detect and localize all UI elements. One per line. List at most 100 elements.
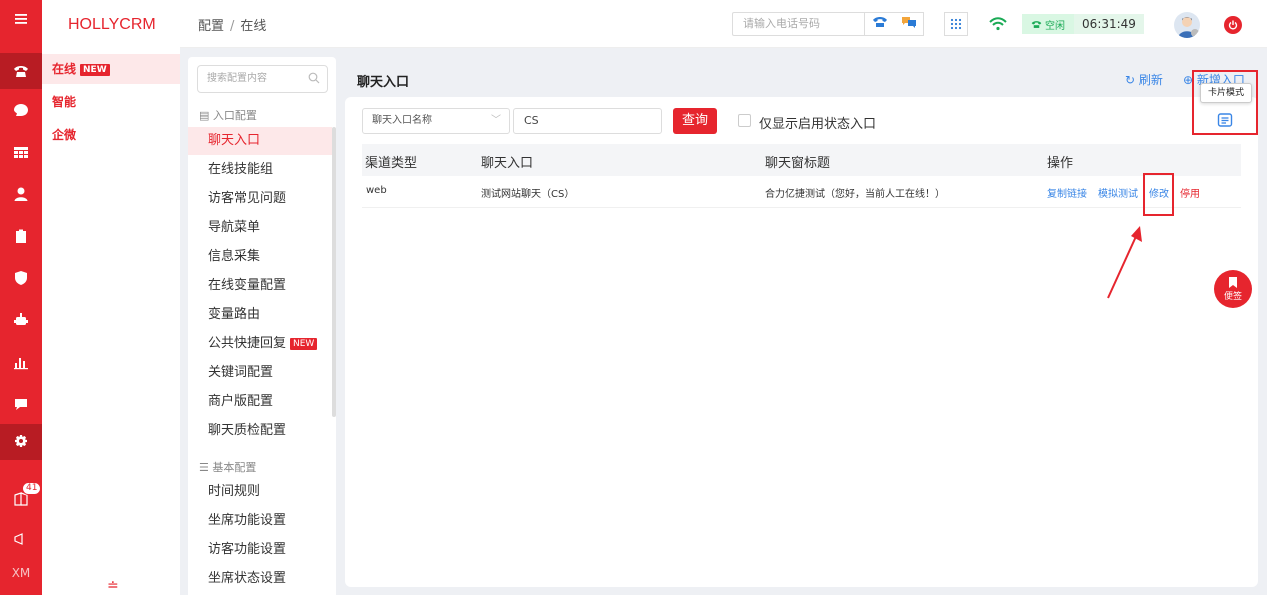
copy-link-action[interactable]: 复制链接 <box>1047 185 1087 200</box>
enabled-only-checkbox[interactable] <box>738 114 751 127</box>
list-icon: ▤ <box>199 109 210 122</box>
shield-icon[interactable] <box>0 263 42 293</box>
top-bar: 配置 / 在线 请输入电话号码 空闲 06:31:49 <box>180 0 1267 48</box>
sliders-icon: ☰ <box>199 461 209 474</box>
phone-number-input[interactable]: 请输入电话号码 <box>732 12 864 36</box>
config-group-label: 基本配置 <box>212 461 257 474</box>
enabled-only-label[interactable]: 仅显示启用状态入口 <box>759 113 876 132</box>
config-item-label: 访客功能设置 <box>208 542 287 557</box>
logout-power-icon[interactable] <box>1224 16 1242 34</box>
dialpad-icon[interactable] <box>944 12 968 36</box>
config-item-label: 在线变量配置 <box>208 278 287 293</box>
chevron-down-icon: ﹀ <box>491 115 501 126</box>
chat-bubbles-icon[interactable] <box>901 16 917 32</box>
dial-phone-icon[interactable] <box>872 16 888 32</box>
column-header: 聊天窗标题 <box>765 156 831 171</box>
status-phone-icon <box>1031 20 1042 28</box>
column-header: 聊天入口 <box>481 156 534 171</box>
grid-icon[interactable] <box>0 137 42 167</box>
filter-field-select[interactable]: 聊天入口名称 ﹀ <box>362 108 510 134</box>
config-item-label: 在线技能组 <box>208 162 274 177</box>
edit-action[interactable]: 修改 <box>1149 185 1169 200</box>
config-item-quality-check[interactable]: 聊天质检配置 <box>188 417 332 445</box>
call-controls <box>864 12 924 36</box>
user-icon[interactable] <box>0 179 42 209</box>
config-item-label: 聊天入口 <box>208 133 261 148</box>
agent-status-badge[interactable]: 空闲 <box>1022 14 1074 34</box>
config-item-nav-menu[interactable]: 导航菜单 <box>188 214 332 242</box>
config-scrollbar[interactable] <box>332 127 336 417</box>
settings-gear-icon[interactable] <box>0 424 42 460</box>
plus-circle-icon: ⊕ <box>1183 73 1194 87</box>
new-badge: NEW <box>80 64 110 76</box>
new-badge: NEW <box>290 338 318 350</box>
config-item-faq[interactable]: 访客常见问题 <box>188 185 332 213</box>
refresh-icon: ↻ <box>1125 73 1136 87</box>
menu-toggle-icon[interactable] <box>0 4 42 34</box>
filter-field-value: 聊天入口名称 <box>372 115 432 126</box>
robot-icon[interactable] <box>0 305 42 335</box>
config-item-label: 公共快捷回复 <box>208 336 287 351</box>
config-item-info-collect[interactable]: 信息采集 <box>188 243 332 271</box>
config-item-label: 访客常见问题 <box>208 191 287 206</box>
config-item-label: 坐席状态设置 <box>208 571 287 586</box>
config-item-keywords[interactable]: 关键词配置 <box>188 359 332 387</box>
main-content: 聊天入口 ↻ 刷新 ⊕ 新增入口 聊天入口名称 ﹀ CS 查询 仅显示启用状态入… <box>345 57 1258 595</box>
status-timer: 06:31:49 <box>1074 14 1144 34</box>
config-item-agent-features[interactable]: 坐席功能设置 <box>188 507 332 535</box>
simulate-test-action[interactable]: 模拟测试 <box>1098 185 1138 200</box>
module-item-wecom[interactable]: 企微 <box>42 120 180 150</box>
config-item-label: 坐席功能设置 <box>208 513 287 528</box>
annotation-arrow-icon <box>1107 226 1142 299</box>
config-item-label: 商户版配置 <box>208 394 274 409</box>
config-item-label: 关键词配置 <box>208 365 274 380</box>
refresh-button[interactable]: ↻ 刷新 <box>1125 71 1163 88</box>
notification-book-icon[interactable]: 41 <box>0 482 42 514</box>
card-mode-tooltip: 卡片模式 <box>1200 83 1252 103</box>
config-item-skill-group[interactable]: 在线技能组 <box>188 156 332 184</box>
message-icon[interactable] <box>0 389 42 419</box>
chart-icon[interactable] <box>0 347 42 377</box>
filter-keyword-input[interactable]: CS <box>513 108 662 134</box>
breadcrumb-item-current: 在线 <box>240 19 267 34</box>
config-item-visitor-features[interactable]: 访客功能设置 <box>188 536 332 564</box>
breadcrumb-item[interactable]: 配置 <box>198 19 224 34</box>
cell-entry: 测试网站聊天（CS） <box>481 189 575 200</box>
column-header: 渠道类型 <box>365 156 418 171</box>
clipboard-icon[interactable] <box>0 221 42 251</box>
config-group-entry: ▤ 入口配置 <box>199 107 257 123</box>
bookmark-icon <box>1229 277 1237 288</box>
config-item-chat-entry[interactable]: 聊天入口 <box>188 127 332 155</box>
card-mode-toggle-icon[interactable] <box>1217 112 1233 132</box>
config-item-label: 导航菜单 <box>208 220 261 235</box>
config-item-variable-routing[interactable]: 变量路由 <box>188 301 332 329</box>
config-item-time-rules[interactable]: 时间规则 <box>188 478 332 506</box>
collapse-handle-icon[interactable]: ≐ <box>107 578 119 594</box>
config-item-agent-status[interactable]: 坐席状态设置 <box>188 565 332 593</box>
config-item-variables[interactable]: 在线变量配置 <box>188 272 332 300</box>
user-avatar[interactable] <box>1174 12 1200 38</box>
table-row: web 测试网站聊天（CS） 合力亿捷测试（您好，当前人工在线！） 复制链接 模… <box>362 176 1241 208</box>
column-header: 操作 <box>1047 156 1074 171</box>
disable-action[interactable]: 停用 <box>1180 185 1200 200</box>
module-item-label: 智能 <box>52 95 77 109</box>
module-item-label: 企微 <box>52 128 77 142</box>
config-item-label: 信息采集 <box>208 249 261 264</box>
chat-icon[interactable] <box>0 95 42 125</box>
refresh-label: 刷新 <box>1138 73 1163 87</box>
search-icon[interactable] <box>308 72 328 88</box>
config-item-label: 变量路由 <box>208 307 261 322</box>
config-item-merchant[interactable]: 商户版配置 <box>188 388 332 416</box>
config-item-label: 聊天质检配置 <box>208 423 287 438</box>
query-button[interactable]: 查询 <box>673 108 717 134</box>
table-header: 渠道类型 聊天入口 聊天窗标题 操作 <box>362 144 1241 176</box>
module-item-smart[interactable]: 智能 <box>42 87 180 117</box>
config-menu-panel: 搜索配置内容 ▤ 入口配置 聊天入口 在线技能组 访客常见问题 导航菜单 信息采… <box>188 57 336 595</box>
app-rail: 41 XM <box>0 0 42 595</box>
notes-fab-button[interactable]: 便签 <box>1214 270 1252 308</box>
announcement-icon[interactable] <box>0 524 42 554</box>
module-item-online[interactable]: 在线 NEW <box>42 54 180 84</box>
module-item-label: 在线 <box>52 62 77 76</box>
phone-icon[interactable] <box>0 53 42 89</box>
config-item-quick-reply[interactable]: 公共快捷回复 NEW <box>188 330 332 358</box>
